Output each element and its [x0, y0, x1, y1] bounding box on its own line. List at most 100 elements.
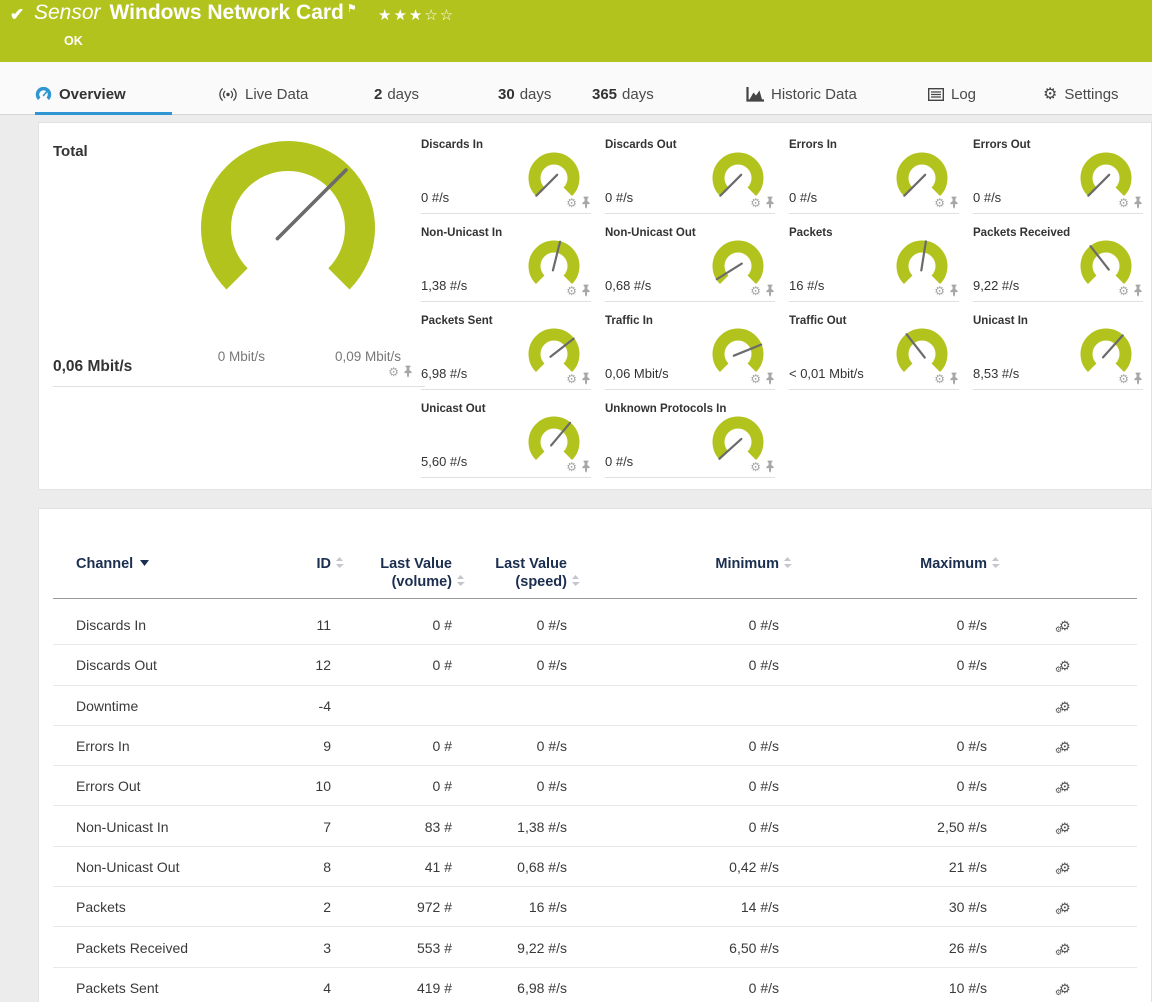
pin-icon-glyph	[765, 372, 775, 385]
gauge-pin-icon[interactable]	[765, 284, 775, 297]
gauge-pin-icon[interactable]	[581, 284, 591, 297]
channel-settings-icon[interactable]: ⚙⚙	[1059, 619, 1071, 632]
table-row: Errors Out100 #0 #/s0 #/s0 #/s⚙⚙	[39, 766, 1151, 806]
col-header-maximum[interactable]: Maximum	[779, 555, 987, 598]
tab-log[interactable]: Log	[928, 86, 976, 103]
gauge-value: 0 #/s	[605, 454, 633, 469]
gauge-pin-icon[interactable]	[765, 372, 775, 385]
pin-icon-glyph	[949, 196, 959, 209]
gauge-settings-icon[interactable]: ⚙	[1118, 197, 1129, 209]
gauge-settings-icon[interactable]: ⚙	[388, 366, 399, 378]
gauge-pin-icon[interactable]	[949, 196, 959, 209]
col-header-last-value-volume-[interactable]: Last Value(volume)	[331, 555, 452, 598]
channel-settings-icon[interactable]: ⚙⚙	[1059, 700, 1071, 713]
pin-icon-glyph	[949, 284, 959, 297]
gauge-tile[interactable]: Traffic Out < 0,01 Mbit/s ⚙	[789, 313, 973, 401]
channel-settings-icon[interactable]: ⚙⚙	[1059, 659, 1071, 672]
channel-settings-icon[interactable]: ⚙⚙	[1059, 740, 1071, 753]
priority-stars[interactable]: ★★★☆☆	[378, 6, 455, 24]
gauge-tile[interactable]: Packets 16 #/s ⚙	[789, 225, 973, 313]
gauge-pin-icon[interactable]	[1133, 284, 1143, 297]
flag-icon[interactable]: ⚑	[347, 3, 357, 15]
gauge-tile[interactable]: Discards Out 0 #/s ⚙	[605, 137, 789, 225]
tab-365-days[interactable]: 365days	[592, 86, 654, 103]
cell-last-value-speed: 0,68 #/s	[452, 859, 567, 875]
tab-overview[interactable]: Overview	[35, 86, 126, 103]
gauge-value: 0 #/s	[973, 190, 1001, 205]
channel-settings-icon[interactable]: ⚙⚙	[1059, 821, 1071, 834]
tab-2-days[interactable]: 2days	[374, 86, 419, 103]
gauge-settings-icon[interactable]: ⚙	[750, 461, 761, 473]
gauge-settings-icon[interactable]: ⚙	[934, 373, 945, 385]
col-header-channel[interactable]: Channel	[76, 555, 296, 598]
gauge-settings-icon[interactable]: ⚙	[566, 197, 577, 209]
channel-table-panel: ChannelIDLast Value(volume)Last Value(sp…	[38, 508, 1152, 1002]
gauge-tile[interactable]: Packets Sent 6,98 #/s ⚙	[421, 313, 605, 401]
col-header-id[interactable]: ID	[296, 555, 331, 598]
gauge-pin-icon[interactable]	[1133, 372, 1143, 385]
tab-historic-data[interactable]: Historic Data	[746, 86, 857, 103]
gauge-pin-icon[interactable]	[403, 365, 413, 378]
gauge-settings-icon[interactable]: ⚙	[934, 285, 945, 297]
gauge-pin-icon[interactable]	[949, 284, 959, 297]
pin-icon-glyph	[581, 460, 591, 473]
gauge-pin-icon[interactable]	[581, 460, 591, 473]
channel-settings-icon[interactable]: ⚙⚙	[1059, 861, 1071, 874]
gauge-tile[interactable]: Errors In 0 #/s ⚙	[789, 137, 973, 225]
gauge-settings-icon[interactable]: ⚙	[750, 285, 761, 297]
tab-settings[interactable]: ⚙Settings	[1043, 86, 1119, 103]
cell-id: 12	[296, 657, 331, 673]
total-scale-max: 0,09 Mbit/s	[335, 349, 401, 364]
tab-30-days[interactable]: 30days	[498, 86, 551, 103]
cell-channel: Non-Unicast In	[76, 819, 296, 835]
gauge-tile[interactable]: Non-Unicast In 1,38 #/s ⚙	[421, 225, 605, 313]
gauge-tile[interactable]: Packets Received 9,22 #/s ⚙	[973, 225, 1152, 313]
cell-last-value-speed: 0 #/s	[452, 657, 567, 673]
gauge-pin-icon[interactable]	[1133, 196, 1143, 209]
gauge-settings-icon[interactable]: ⚙	[934, 197, 945, 209]
cell-id: 9	[296, 738, 331, 754]
gauge-pin-icon[interactable]	[765, 196, 775, 209]
cell-last-value-volume: 0 #	[331, 778, 452, 794]
gauge-pin-icon[interactable]	[581, 196, 591, 209]
gauge-value: 1,38 #/s	[421, 278, 467, 293]
channel-settings-icon[interactable]: ⚙⚙	[1059, 982, 1071, 995]
gauge-label: Packets	[789, 227, 832, 239]
gauge-pin-icon[interactable]	[949, 372, 959, 385]
total-gauge-tile[interactable]: Total 0 Mbit/s 0,09 Mbit/s 0,06 Mbit/s ⚙	[53, 137, 425, 387]
gauge-tile[interactable]: Discards In 0 #/s ⚙	[421, 137, 605, 225]
cell-maximum: 21 #/s	[779, 859, 987, 875]
pin-icon-glyph	[1133, 196, 1143, 209]
gauge-tile[interactable]: Unicast In 8,53 #/s ⚙	[973, 313, 1152, 401]
gauge-pin-icon[interactable]	[765, 460, 775, 473]
gauge-settings-icon[interactable]: ⚙	[1118, 373, 1129, 385]
gauge-tile[interactable]: Traffic In 0,06 Mbit/s ⚙	[605, 313, 789, 401]
cell-actions: ⚙⚙	[987, 617, 1151, 633]
total-scale-min: 0 Mbit/s	[171, 349, 265, 364]
total-gauge-actions: ⚙	[388, 365, 413, 378]
tab-live-data[interactable]: Live Data	[218, 86, 308, 103]
gauge-tile[interactable]: Non-Unicast Out 0,68 #/s ⚙	[605, 225, 789, 313]
gauge-pin-icon[interactable]	[581, 372, 591, 385]
channel-settings-icon[interactable]: ⚙⚙	[1059, 780, 1071, 793]
gauge-tile[interactable]: Unicast Out 5,60 #/s ⚙	[421, 401, 605, 489]
channel-settings-icon[interactable]: ⚙⚙	[1059, 942, 1071, 955]
gauge-settings-icon[interactable]: ⚙	[566, 373, 577, 385]
sort-arrows-icon	[991, 556, 1000, 569]
gauge-settings-icon[interactable]: ⚙	[566, 461, 577, 473]
gauge-tile[interactable]: Errors Out 0 #/s ⚙	[973, 137, 1152, 225]
cell-id: 8	[296, 859, 331, 875]
col-header-minimum[interactable]: Minimum	[567, 555, 779, 598]
gauge-tile[interactable]: Unknown Protocols In 0 #/s ⚙	[605, 401, 789, 489]
cell-last-value-speed: 0 #/s	[452, 617, 567, 633]
sensor-title: Windows Network Card	[110, 1, 344, 24]
gauge-settings-icon[interactable]: ⚙	[1118, 285, 1129, 297]
gauge-actions: ⚙	[750, 460, 775, 473]
channel-settings-icon[interactable]: ⚙⚙	[1059, 901, 1071, 914]
gauge-settings-icon[interactable]: ⚙	[750, 197, 761, 209]
gauge-settings-icon[interactable]: ⚙	[566, 285, 577, 297]
pin-icon-glyph	[581, 372, 591, 385]
gauge-actions: ⚙	[750, 372, 775, 385]
col-header-last-value-speed-[interactable]: Last Value(speed)	[452, 555, 567, 598]
gauge-settings-icon[interactable]: ⚙	[750, 373, 761, 385]
